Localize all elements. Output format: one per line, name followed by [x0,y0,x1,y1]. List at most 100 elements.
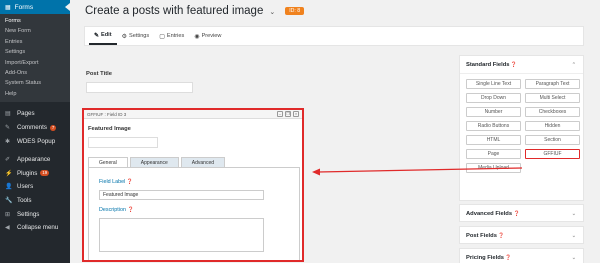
standard-fields-panel: Standard Fields ❓ ⌃ Single Line Text Par… [459,55,584,201]
submenu-settings[interactable]: Settings [0,47,70,57]
submenu-system-status[interactable]: System Status [0,78,70,88]
general-settings-panel: Field Label ❓ Featured Image Description… [88,167,300,260]
tab-general[interactable]: General [88,157,128,167]
submenu-help[interactable]: Help [0,89,70,99]
pricing-fields-header[interactable]: Pricing Fields ❓ ⌄ [460,249,583,263]
pricing-fields-panel[interactable]: Pricing Fields ❓ ⌄ [459,248,584,263]
post-fields-header[interactable]: Post Fields ❓ ⌄ [460,227,583,245]
edit-icon: ✎ [94,32,100,39]
sidebar-item-tools[interactable]: 🔧 Tools [0,194,70,208]
field-label-input[interactable]: Featured Image [99,190,264,200]
submenu-new-form[interactable]: New Form [0,26,70,36]
field-button-checkboxes[interactable]: Checkboxes [525,107,580,117]
users-icon: 👤 [5,184,13,191]
tab-settings[interactable]: ⚙ Settings [117,27,155,45]
collapse-icon[interactable]: – [277,111,283,117]
chevron-up-icon[interactable]: ⌃ [572,62,576,68]
field-label-heading: Field Label ❓ [99,179,133,185]
collapse-icon: ◀ [5,225,10,232]
chevron-down-icon[interactable]: ⌄ [269,8,275,16]
tab-label: Settings [129,33,150,39]
advanced-fields-panel[interactable]: Advanced Fields ❓ ⌄ [459,204,584,222]
field-button-gffiuf[interactable]: GFFIUF [525,149,580,159]
forms-icon: ▦ [5,4,11,11]
tab-label: Edit [101,32,112,38]
chevron-down-icon[interactable]: ⌄ [572,255,576,261]
delete-icon[interactable]: × [293,111,299,117]
submenu-entries[interactable]: Entries [0,37,70,47]
tab-appearance[interactable]: Appearance [129,157,179,167]
sidebar-collapse-menu[interactable]: ◀ Collapse menu [0,221,70,235]
gear-icon: ⚙ [121,33,127,40]
field-button-number[interactable]: Number [466,107,521,117]
submenu-import-export[interactable]: Import/Export [0,58,70,68]
panel-title: Advanced Fields [466,211,513,217]
settings-icon: ⊞ [5,211,11,218]
sidebar-item-appearance[interactable]: ✐ Appearance [0,153,70,167]
sidebar-item-wdes-popup[interactable]: ✱ WDES Popup [0,134,70,148]
help-icon[interactable]: ❓ [510,62,517,68]
arrow-head [312,168,320,176]
tools-icon: 🔧 [5,197,13,204]
duplicate-icon[interactable]: ❐ [285,111,291,117]
form-id-badge: ID: 8 [285,6,305,15]
form-toolbar: ✎ Edit ⚙ Settings ▢ Entries ◉ Preview [84,26,584,46]
tab-preview[interactable]: ◉ Preview [189,27,226,45]
field-button-html[interactable]: HTML [466,135,521,145]
field-button-section[interactable]: Section [525,135,580,145]
help-icon[interactable]: ❓ [512,211,519,217]
help-icon[interactable]: ❓ [504,255,511,261]
sidebar-item-pages[interactable]: ▤ Pages [0,107,70,121]
field-bar[interactable]: GFFIUF : Field ID 3 – ❐ × [84,110,302,119]
sidebar-item-label: Settings [17,210,40,218]
tab-advanced[interactable]: Advanced [180,157,226,167]
featured-image-field-editor[interactable]: GFFIUF : Field ID 3 – ❐ × Featured Image… [82,108,304,262]
forms-submenu: Forms New Form Entries Settings Import/E… [0,14,70,103]
sidebar-item-label: Appearance [17,156,51,164]
sidebar-item-plugins[interactable]: ⚡ Plugins 19 [0,167,70,181]
advanced-fields-header[interactable]: Advanced Fields ❓ ⌄ [460,205,583,223]
field-button-radio-buttons[interactable]: Radio Buttons [466,121,521,131]
page-header: Create a posts with featured image ⌄ ID:… [70,0,600,21]
description-heading: Description ❓ [99,207,134,213]
field-label-heading-text: Field Label [99,179,126,185]
help-icon[interactable]: ❓ [127,179,133,185]
chevron-down-icon[interactable]: ⌄ [572,233,576,239]
eye-icon: ◉ [194,33,200,40]
panel-title: Standard Fields [466,61,510,68]
submenu-forms[interactable]: Forms [0,16,70,26]
sidebar-item-forms[interactable]: ▦ Forms [0,0,70,14]
help-icon[interactable]: ❓ [497,233,504,239]
description-textarea[interactable] [99,218,264,252]
sidebar-item-label: Comments [17,124,47,132]
post-fields-panel[interactable]: Post Fields ❓ ⌄ [459,226,584,244]
help-icon[interactable]: ❓ [127,207,133,213]
field-button-hidden[interactable]: Hidden [525,121,580,131]
post-title-input[interactable] [86,82,193,93]
field-button-drop-down[interactable]: Drop Down [466,93,521,103]
sidebar-item-settings[interactable]: ⊞ Settings [0,207,70,221]
sidebar-item-users[interactable]: 👤 Users [0,180,70,194]
sidebar-item-label: Tools [17,196,32,204]
sidebar-item-comments[interactable]: ✎ Comments 7 [0,121,70,135]
submenu-add-ons[interactable]: Add-Ons [0,68,70,78]
sidebar-item-label: Forms [14,3,34,11]
field-button-paragraph-text[interactable]: Paragraph Text [525,79,580,89]
panel-title: Pricing Fields [466,255,505,261]
sidebar-item-label: Plugins [17,169,38,177]
admin-sidebar: ▦ Forms Forms New Form Entries Settings … [0,0,70,263]
field-button-single-line-text[interactable]: Single Line Text [466,79,521,89]
plugins-count-badge: 19 [40,170,50,177]
standard-fields-grid: Single Line Text Paragraph Text Drop Dow… [466,79,580,173]
field-button-page[interactable]: Page [466,149,521,159]
pin-icon: ✱ [5,138,11,145]
tab-edit[interactable]: ✎ Edit [89,27,117,45]
comments-count-badge: 7 [49,124,57,131]
chevron-down-icon[interactable]: ⌄ [572,211,576,217]
tab-entries[interactable]: ▢ Entries [154,27,189,45]
field-button-media-upload[interactable]: Media Upload [466,163,521,173]
description-heading-text: Description [99,207,126,213]
standard-fields-header[interactable]: Standard Fields ❓ ⌃ [460,56,583,74]
field-button-multi-select[interactable]: Multi Select [525,93,580,103]
panel-title: Post Fields [466,233,497,239]
